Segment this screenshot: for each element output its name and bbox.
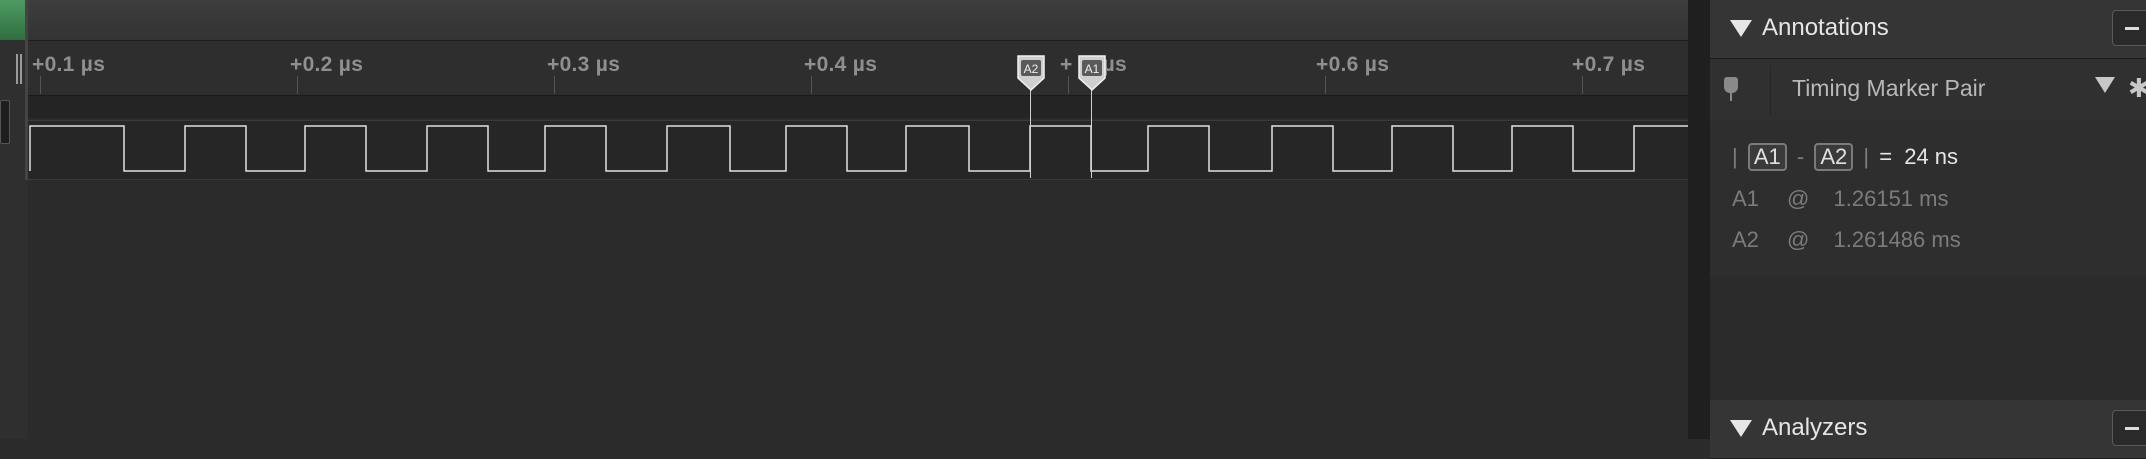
chevron-down-icon[interactable] <box>2095 77 2115 93</box>
marker-a1-row: A1 @ 1.26151 ms <box>1732 186 1949 211</box>
annotations-title: Annotations <box>1762 14 1889 41</box>
annotation-type-row[interactable]: Timing Marker Pair ✱ <box>1710 59 2146 121</box>
annotations-collapse-button[interactable] <box>2112 10 2146 46</box>
waveform-area[interactable]: +0.1 µs +0.2 µs +0.3 µs +0.4 µs + µs +0.6… <box>0 0 1700 439</box>
digital-waveform <box>29 125 1688 172</box>
annotation-details: | A1 - A2 | = 24 ns A1 @ 1.26151 ms A2 @… <box>1710 121 2146 276</box>
marker-a2-label: A2 <box>1024 62 1039 76</box>
annotation-type-label: Timing Marker Pair <box>1792 75 1986 101</box>
side-panel: Annotations Timing Marker Pair ✱ | A1 - … <box>1710 0 2146 459</box>
marker-a1-line <box>1091 88 1092 178</box>
gear-icon[interactable]: ✱ <box>2128 73 2146 104</box>
marker-a2-time: 1.261486 ms <box>1833 227 1961 252</box>
marker-a2-row: A2 @ 1.261486 ms <box>1732 227 1961 252</box>
marker-a2-flag[interactable]: A2 <box>1016 54 1046 92</box>
panel-splitter[interactable] <box>1688 0 1710 439</box>
clock-signal <box>29 125 1688 172</box>
marker-a1-time: 1.26151 ms <box>1833 186 1949 211</box>
marker-a2-line <box>1030 88 1031 178</box>
measurement-value: 24 ns <box>1904 144 1959 169</box>
marker-a1-flag[interactable]: A1 <box>1077 54 1107 92</box>
collapse-triangle-icon[interactable] <box>1730 420 1752 437</box>
analyzers-header[interactable]: Analyzers <box>1710 400 2146 459</box>
measurement-line: | A1 - A2 | = 24 ns <box>1732 143 1959 171</box>
collapse-triangle-icon[interactable] <box>1730 20 1752 37</box>
analyzers-collapse-button[interactable] <box>2112 410 2146 446</box>
annotations-header[interactable]: Annotations <box>1710 0 2146 59</box>
row-divider <box>1770 65 1771 115</box>
analyzers-title: Analyzers <box>1762 414 1868 441</box>
a2-badge: A2 <box>1814 143 1854 171</box>
marker-a1-label: A1 <box>1085 62 1100 76</box>
pin-icon[interactable] <box>1724 77 1738 101</box>
a1-badge: A1 <box>1747 143 1787 171</box>
